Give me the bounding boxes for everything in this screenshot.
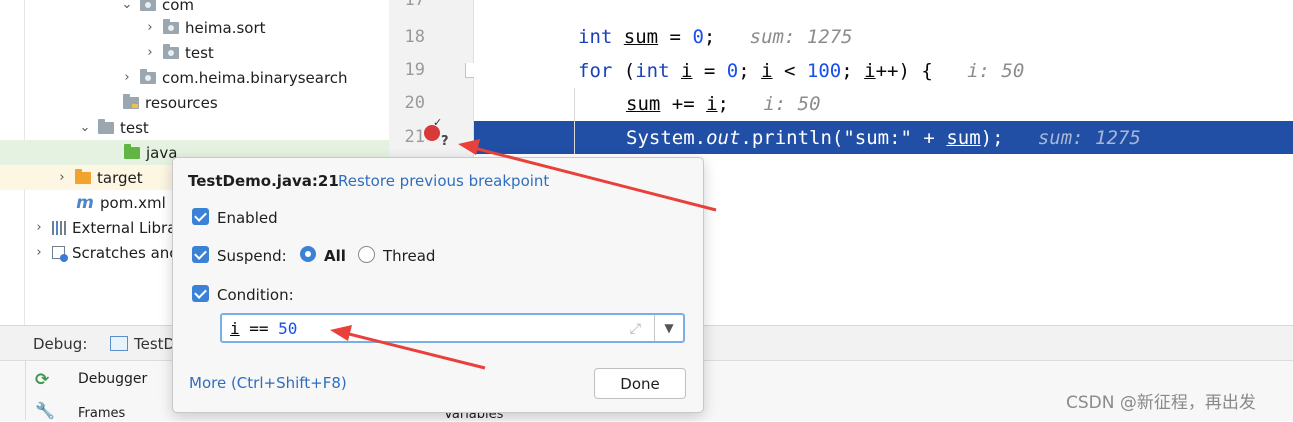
- arrow-head-breakpoint: [458, 139, 480, 155]
- arrow-line-condition: [344, 331, 486, 370]
- arrow-line-breakpoint: [469, 145, 717, 212]
- arrow-head-condition: [330, 325, 352, 341]
- watermark: CSDN @新征程，再出发: [1066, 393, 1256, 413]
- annotation-arrows: [330, 139, 717, 370]
